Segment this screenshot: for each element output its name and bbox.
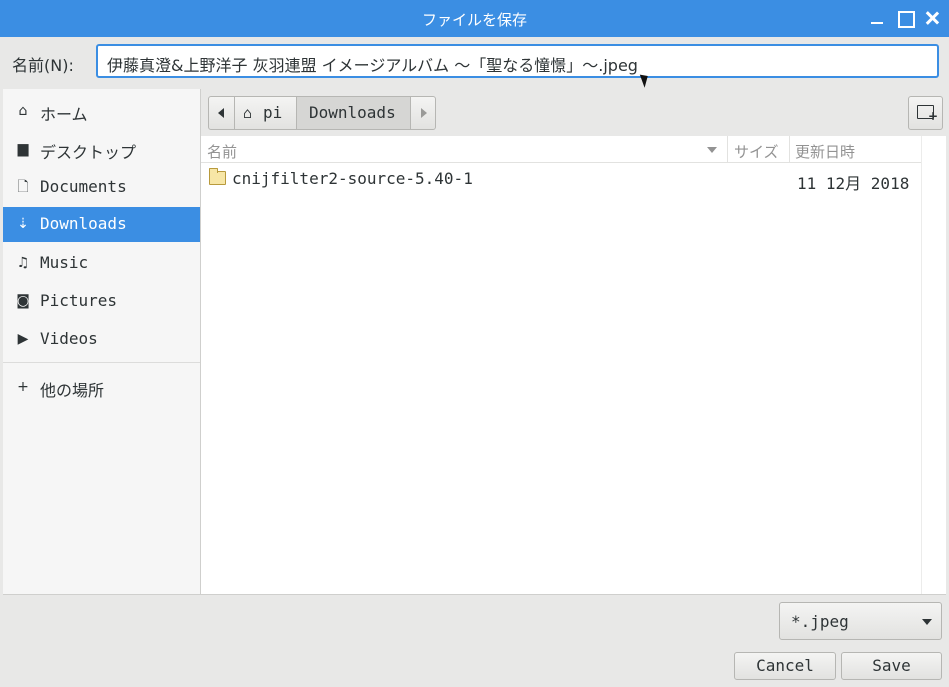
camera-icon: ◙ [16, 293, 30, 309]
sidebar-item-label: Documents [40, 177, 127, 196]
plus-icon: + [928, 109, 939, 123]
sidebar-item-documents[interactable]: 🗋 Documents [3, 170, 200, 205]
document-icon: 🗋 [17, 179, 29, 195]
plus-icon: + [17, 379, 29, 395]
column-divider [789, 136, 790, 163]
folder-icon: ▆ [17, 141, 29, 157]
sidebar-divider [3, 362, 200, 363]
file-modified: 11 12月 2018 [797, 174, 910, 193]
column-modified[interactable]: 更新日時 [795, 141, 855, 162]
name-bar: 名前(N): 伊藤真澄&上野洋子 灰羽連盟 イメージアルバム 〜「聖なる憧憬」〜… [0, 37, 949, 89]
sidebar-item-downloads[interactable]: ⇣ Downloads [3, 207, 200, 242]
sidebar-item-label: デスクトップ [40, 143, 137, 162]
cancel-button[interactable]: Cancel [734, 652, 836, 680]
places-sidebar: ⌂ ホーム ▆ デスクトップ 🗋 Documents ⇣ Downloads ♫… [3, 89, 201, 594]
title-bar: ファイルを保存 [0, 0, 949, 37]
sort-descending-icon[interactable] [707, 147, 717, 153]
name-label: 名前(N): [12, 56, 74, 75]
sidebar-item-home[interactable]: ⌂ ホーム [3, 94, 200, 129]
save-button[interactable]: Save [841, 652, 942, 680]
sidebar-item-pictures[interactable]: ◙ Pictures [3, 284, 200, 319]
scrollbar[interactable] [921, 136, 946, 594]
new-folder-button[interactable]: + [908, 96, 943, 130]
path-forward-button[interactable] [410, 97, 435, 129]
file-browser: ⌂ pi Downloads + 名前 サイズ 更新日時 cnijfilter2… [201, 89, 946, 594]
chevron-down-icon [922, 619, 932, 625]
minimize-icon[interactable] [866, 7, 888, 29]
window-title: ファイルを保存 [421, 11, 527, 29]
column-header: 名前 サイズ 更新日時 [201, 136, 921, 163]
sidebar-item-other-locations[interactable]: + 他の場所 [3, 370, 200, 405]
folder-icon [209, 168, 226, 185]
file-type-filter[interactable]: *.jpeg [779, 602, 942, 640]
home-icon: ⌂ [243, 104, 253, 122]
maximize-icon[interactable] [894, 7, 916, 29]
column-name[interactable]: 名前 [207, 141, 237, 162]
video-icon: ▶ [17, 331, 29, 347]
breadcrumb: ⌂ pi Downloads [208, 96, 436, 130]
sidebar-item-label: Downloads [40, 214, 127, 233]
dialog-footer: *.jpeg Cancel Save [3, 594, 946, 684]
file-row[interactable]: cnijfilter2-source-5.40-1 11 12月 2018 [201, 165, 921, 195]
sidebar-item-desktop[interactable]: ▆ デスクトップ [3, 132, 200, 167]
sidebar-item-label: Music [40, 253, 89, 272]
filename-input[interactable]: 伊藤真澄&上野洋子 灰羽連盟 イメージアルバム 〜「聖なる憧憬」〜.jpeg [96, 44, 939, 78]
path-current-button[interactable]: Downloads [296, 97, 410, 129]
music-icon: ♫ [16, 255, 30, 271]
sidebar-item-label: ホーム [40, 105, 88, 124]
path-home-label: pi [263, 103, 283, 122]
path-back-button[interactable] [209, 97, 234, 129]
download-icon: ⇣ [17, 216, 29, 232]
close-icon[interactable] [921, 7, 943, 29]
home-icon: ⌂ [18, 103, 28, 119]
file-name: cnijfilter2-source-5.40-1 [232, 169, 473, 188]
path-current-label: Downloads [309, 103, 396, 122]
column-divider [727, 136, 728, 163]
path-home-button[interactable]: ⌂ pi [234, 97, 296, 129]
sidebar-item-music[interactable]: ♫ Music [3, 246, 200, 281]
column-size[interactable]: サイズ [734, 141, 779, 162]
filter-value: *.jpeg [791, 612, 849, 631]
path-bar: ⌂ pi Downloads + [201, 89, 946, 136]
sidebar-item-videos[interactable]: ▶ Videos [3, 322, 200, 357]
sidebar-item-label: Videos [40, 329, 98, 348]
sidebar-item-label: Pictures [40, 291, 118, 310]
sidebar-item-label: 他の場所 [40, 381, 105, 400]
